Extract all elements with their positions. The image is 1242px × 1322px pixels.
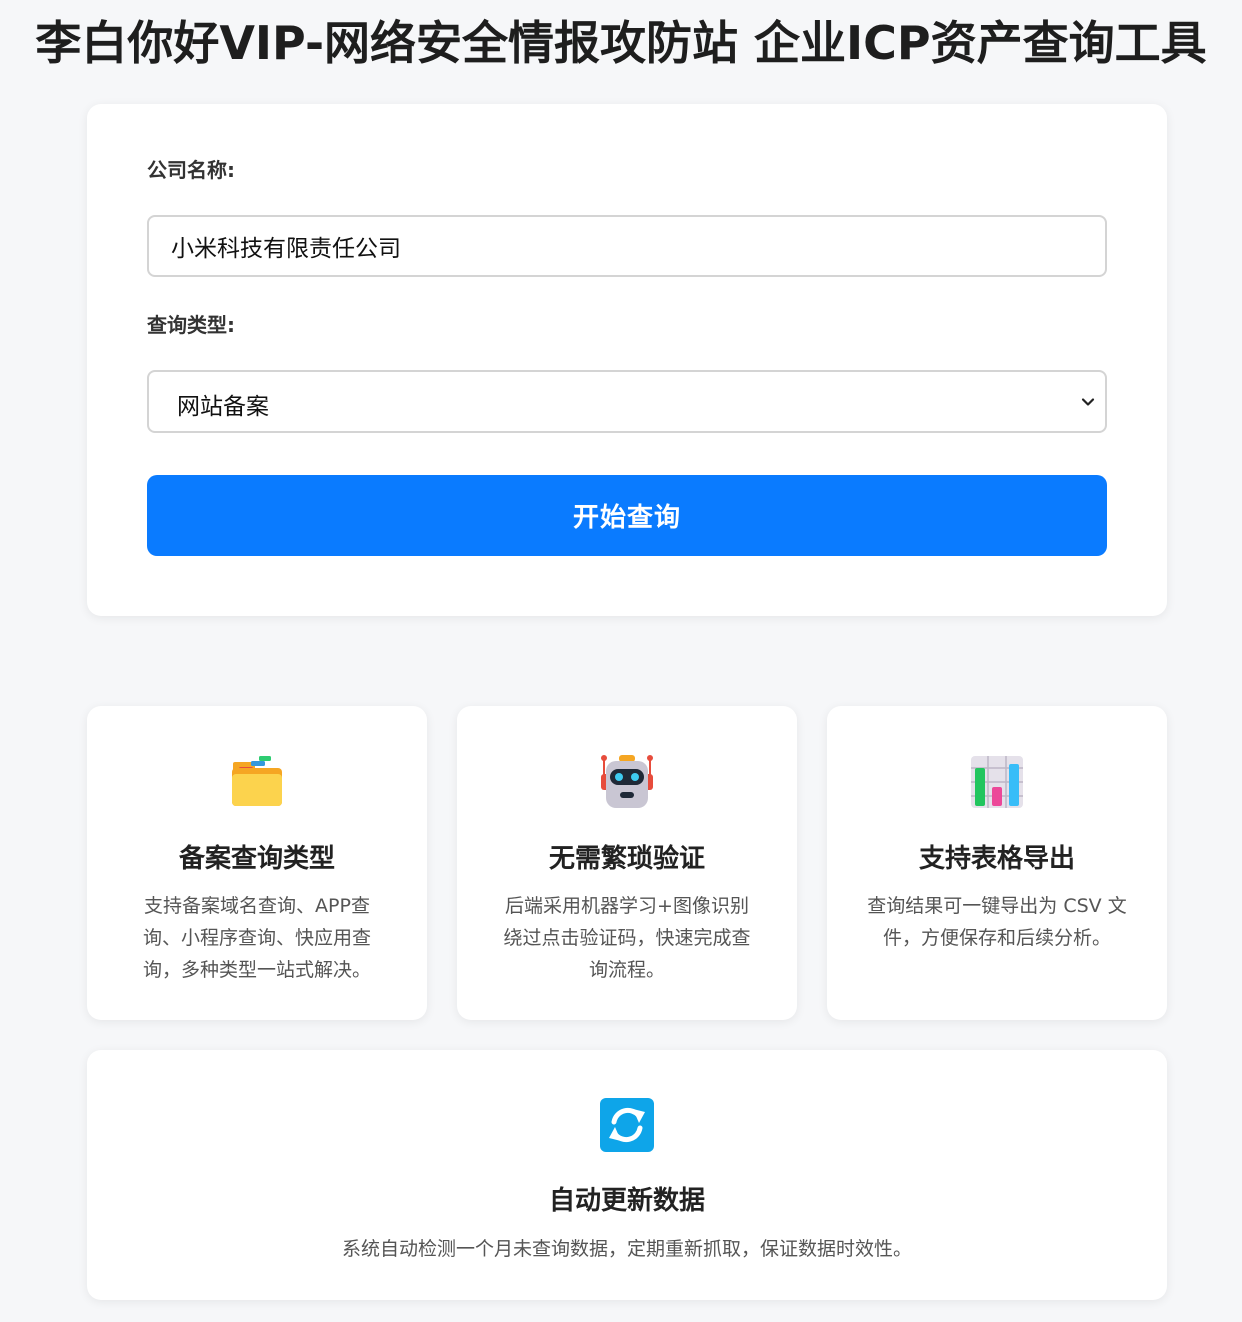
feature-description: 后端采用机器学习+图像识别绕过点击验证码，快速完成查询流程。: [503, 895, 751, 981]
feature-description: 系统自动检测一个月未查询数据，定期重新抓取，保证数据时效性。: [341, 1238, 912, 1260]
start-query-button[interactable]: 开始查询: [147, 475, 1107, 556]
feature-card-auto-update: 自动更新数据 系统自动检测一个月未查询数据，定期重新抓取，保证数据时效性。: [87, 1050, 1167, 1300]
chevron-down-icon: [1081, 398, 1095, 406]
feature-card-filing-types: 备案查询类型 支持备案域名查询、APP查询、小程序查询、快应用查询，多种类型一站…: [87, 706, 427, 1020]
bar-chart-icon: [971, 756, 1023, 808]
company-name-input[interactable]: [147, 215, 1107, 277]
page-title: 李白你好VIP-网络安全情报攻防站 企业ICP资产查询工具: [35, 16, 1207, 70]
feature-title: 备案查询类型: [178, 844, 335, 874]
feature-card-no-verification: 无需繁琐验证 后端采用机器学习+图像识别绕过点击验证码，快速完成查询流程。: [457, 706, 797, 1020]
company-name-label: 公司名称:: [147, 158, 235, 182]
feature-card-table-export: 支持表格导出 查询结果可一键导出为 CSV 文件，方便保存和后续分析。: [827, 706, 1167, 1020]
refresh-icon: [600, 1098, 654, 1152]
query-type-label: 查询类型:: [147, 313, 235, 337]
robot-icon: [601, 755, 653, 808]
feature-description: 支持备案域名查询、APP查询、小程序查询、快应用查询，多种类型一站式解决。: [142, 895, 371, 981]
folder-icon: [232, 756, 282, 806]
feature-description: 查询结果可一键导出为 CSV 文件，方便保存和后续分析。: [867, 895, 1127, 949]
query-type-select[interactable]: 网站备案: [147, 370, 1107, 433]
query-form-card: 公司名称: 查询类型: 网站备案 开始查询: [87, 104, 1167, 616]
query-type-selected-value: 网站备案: [177, 394, 269, 420]
feature-title: 自动更新数据: [548, 1186, 705, 1216]
feature-title: 无需繁琐验证: [548, 844, 705, 874]
page: 李白你好VIP-网络安全情报攻防站 企业ICP资产查询工具 公司名称: 查询类型…: [0, 0, 1242, 1322]
feature-title: 支持表格导出: [918, 844, 1075, 874]
